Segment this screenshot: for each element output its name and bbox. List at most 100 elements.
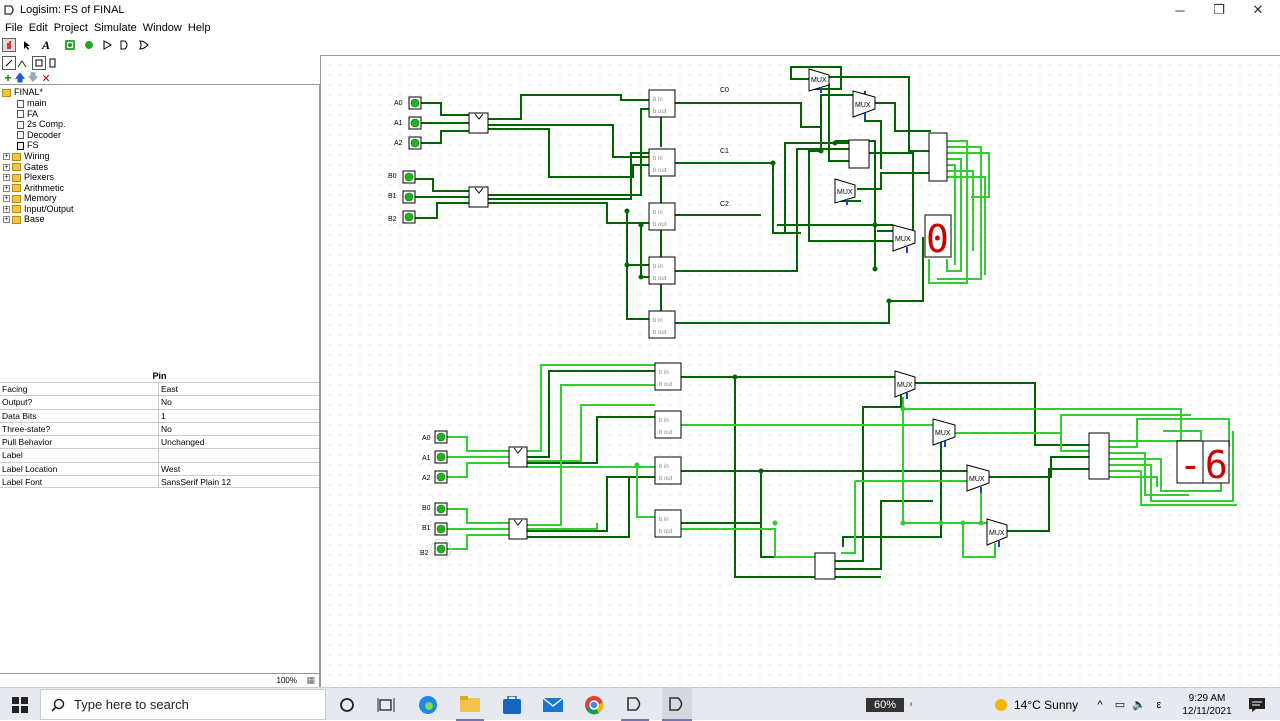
tree-lib-gates[interactable]: + Gates [3,162,48,173]
bottom-decoder-block[interactable] [1088,432,1110,480]
weather-text[interactable]: 14°C Sunny [1014,688,1084,721]
attr-row-facing[interactable]: Facing East [0,382,319,396]
volume-icon[interactable]: 🔈 [1130,688,1148,721]
taskbar-logisim-2[interactable] [662,688,692,721]
taskbar-file-explorer[interactable] [456,688,484,721]
title-bar: Logisim: FS of FINAL ─ ❐ ✕ [0,0,1280,20]
tree-circuit-main[interactable]: main [17,98,47,109]
tree-lib-memory[interactable]: + Memory [3,193,57,204]
or-gate-icon[interactable] [137,38,151,52]
fs-block: b in b out [648,89,676,118]
task-view-button[interactable] [372,688,400,721]
mux: MUX [932,418,956,447]
and-gate-icon[interactable] [118,38,132,52]
attr-row-label[interactable]: Label [0,448,319,462]
menu-edit[interactable]: Edit [26,22,51,34]
pin-label: B0 [422,505,431,512]
start-button[interactable] [4,688,36,721]
svg-text:MUX: MUX [897,382,913,389]
folder-icon [12,215,21,224]
svg-text:b out: b out [659,529,673,535]
circuit-diagram[interactable]: A0 A1 A2 B0 B1 B2 C0 C1 C2 b in b out b i… [321,56,1279,686]
add-input-pin-icon[interactable] [63,38,77,52]
tree-circuit-fa[interactable]: FA [17,109,38,120]
top-input-pins[interactable] [402,96,422,224]
network-icon[interactable]: ▭ [1111,688,1129,721]
attr-row-output[interactable]: Output? No [0,395,319,409]
expand-icon[interactable]: + [3,153,10,160]
svg-text:b in: b in [659,517,669,523]
input-language-icon[interactable]: ε [1152,688,1166,721]
taskbar-logisim-1[interactable] [621,688,649,721]
top-decoder-block[interactable] [928,132,948,182]
grid-toggle-icon[interactable]: ▦ [306,675,315,686]
close-button[interactable]: ✕ [1238,0,1278,20]
attr-row-pull-behavior[interactable]: Pull Behavior Unchanged [0,435,319,449]
move-up-icon[interactable]: 🡅 [13,71,27,85]
attribute-table: Pin Facing East Output? No Data Bits 1 Thre… [0,370,320,673]
move-down-icon[interactable]: 🡇 [26,71,40,85]
menu-file[interactable]: File [2,22,26,34]
performance-icon[interactable]: ◐ [906,688,918,721]
tree-project-root[interactable]: FINAL* [2,87,43,98]
top-splitters[interactable] [468,112,489,208]
zoom-level[interactable]: 100% [277,676,297,685]
tree-circuit-fs[interactable]: FS [17,140,39,151]
bottom-2s-complement-block[interactable] [814,552,836,580]
restore-button[interactable]: ❐ [1199,0,1239,20]
tree-circuit-decoder[interactable]: Decoder [17,130,61,141]
bottom-splitters[interactable] [508,446,528,540]
expand-icon[interactable]: + [3,174,10,181]
expand-icon[interactable]: + [3,205,10,213]
tree-lib-input-output[interactable]: + Input/Output [3,204,74,215]
expand-icon[interactable]: + [3,195,10,202]
menu-help[interactable]: Help [185,22,214,34]
svg-text:b in: b in [659,418,669,424]
bottom-input-pins[interactable] [434,430,448,556]
attr-row-data-bits[interactable]: Data Bits 1 [0,408,319,422]
tree-lib-plexers[interactable]: + Plexers [3,172,54,183]
taskbar-mail[interactable] [539,688,567,721]
expand-icon[interactable]: + [3,216,10,223]
menu-bar: File Edit Project Simulate Window Help [0,20,1280,36]
delete-circuit-icon[interactable]: ✕ [39,71,53,85]
tree-lib-arithmetic[interactable]: + Arithmetic [3,183,64,194]
attr-row-label-location[interactable]: Label Location West [0,461,319,476]
svg-text:MUX: MUX [989,530,1005,537]
expand-icon[interactable]: + [3,163,10,171]
menu-project[interactable]: Project [51,22,91,34]
circuit-canvas[interactable]: A0 A1 A2 B0 B1 B2 C0 C1 C2 b in b out b i… [320,55,1280,687]
tree-circuit-2s-comp[interactable]: 2s Comp. [17,119,66,130]
tree-lib-base[interactable]: + Base [3,214,45,225]
attr-row-label-font[interactable]: Label Font SansSerif Plain 12 [0,475,319,489]
bottom-multiplexers[interactable]: MUX MUX MUX MUX [894,370,1008,547]
taskbar-edge[interactable] [414,688,442,721]
clock[interactable]: 9:29 AM 12/11/2021 [1172,688,1242,721]
weather-sun-icon [990,688,1012,721]
taskbar-store[interactable] [498,688,526,721]
pin-label: B0 [388,173,397,180]
top-2s-complement-block[interactable] [848,139,870,169]
taskbar-search-box[interactable]: Type here to search [40,689,326,720]
add-output-pin-icon[interactable] [82,38,96,52]
chevron-up-icon[interactable]: ^ [1093,688,1107,721]
poke-tool-icon[interactable] [2,38,16,52]
menu-simulate[interactable]: Simulate [91,22,140,34]
notifications-button[interactable] [1244,688,1270,721]
minimize-button[interactable]: ─ [1160,0,1200,20]
select-tool-icon[interactable] [20,38,34,52]
text-tool-icon[interactable]: A [39,38,53,52]
cortana-button[interactable] [333,688,361,721]
expand-icon[interactable]: + [3,184,10,192]
menu-window[interactable]: Window [140,22,185,34]
bottom-full-subtractors[interactable]: b in b out b in b out b in b out b in b out [654,362,682,538]
edit-appearance-icon[interactable] [46,56,60,70]
bottom-seven-segment-display: -6 [1176,440,1230,487]
store-icon [503,695,521,714]
battery-indicator[interactable]: 60% [866,688,904,721]
tree-lib-wiring[interactable]: + Wiring [3,151,50,162]
taskbar-chrome[interactable] [580,688,608,721]
not-gate-icon[interactable] [101,38,115,52]
attr-row-three-state[interactable]: Three-state? No [0,421,319,436]
logisim-icon [669,696,683,711]
